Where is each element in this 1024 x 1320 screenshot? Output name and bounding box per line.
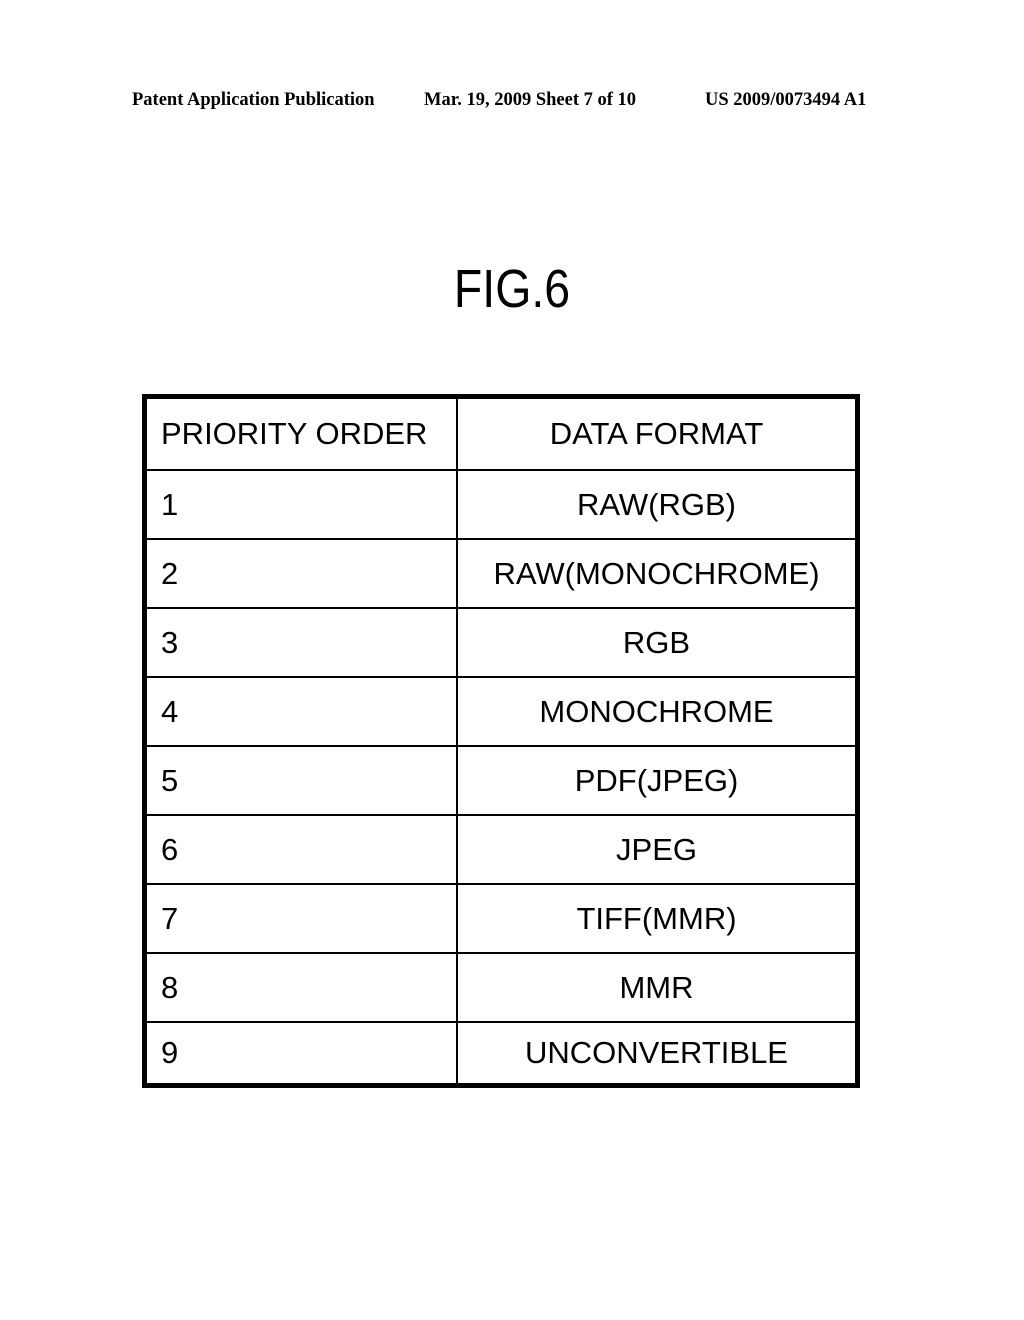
format-cell: MONOCHROME <box>539 693 774 729</box>
priority-cell: 6 <box>147 816 458 883</box>
priority-cell: 2 <box>147 540 458 607</box>
priority-cell: 9 <box>147 1023 458 1083</box>
table-row: 1 RAW(RGB) <box>147 471 855 540</box>
table-header-row: PRIORITY ORDER DATA FORMAT <box>147 399 855 471</box>
table-row: 3 RGB <box>147 609 855 678</box>
publication-label: Patent Application Publication <box>132 90 375 110</box>
table-row: 7 TIFF(MMR) <box>147 885 855 954</box>
format-cell: UNCONVERTIBLE <box>525 1035 788 1070</box>
patent-number: US 2009/0073494 A1 <box>705 90 867 110</box>
table-row: 2 RAW(MONOCHROME) <box>147 540 855 609</box>
table-row: 4 MONOCHROME <box>147 678 855 747</box>
priority-cell: 3 <box>147 609 458 676</box>
priority-table: PRIORITY ORDER DATA FORMAT 1 RAW(RGB) 2 … <box>142 394 860 1088</box>
format-cell: RAW(MONOCHROME) <box>493 555 820 591</box>
format-cell: MMR <box>619 969 694 1005</box>
priority-cell: 4 <box>147 678 458 745</box>
format-cell: TIFF(MMR) <box>576 900 737 936</box>
table-row: 8 MMR <box>147 954 855 1023</box>
priority-cell: 5 <box>147 747 458 814</box>
figure-title: FIG.6 <box>453 259 571 319</box>
table-row: 5 PDF(JPEG) <box>147 747 855 816</box>
date-sheet-label: Mar. 19, 2009 Sheet 7 of 10 <box>424 90 637 110</box>
table-row: 9 UNCONVERTIBLE <box>147 1023 855 1083</box>
table-row: 6 JPEG <box>147 816 855 885</box>
priority-cell: 7 <box>147 885 458 952</box>
format-cell: JPEG <box>616 831 697 867</box>
format-cell: RAW(RGB) <box>577 486 736 522</box>
column-header-format: DATA FORMAT <box>549 416 764 451</box>
priority-cell: 8 <box>147 954 458 1021</box>
column-header-priority: PRIORITY ORDER <box>147 399 458 469</box>
priority-cell: 1 <box>147 471 458 538</box>
format-cell: RGB <box>622 624 691 660</box>
format-cell: PDF(JPEG) <box>574 762 739 798</box>
